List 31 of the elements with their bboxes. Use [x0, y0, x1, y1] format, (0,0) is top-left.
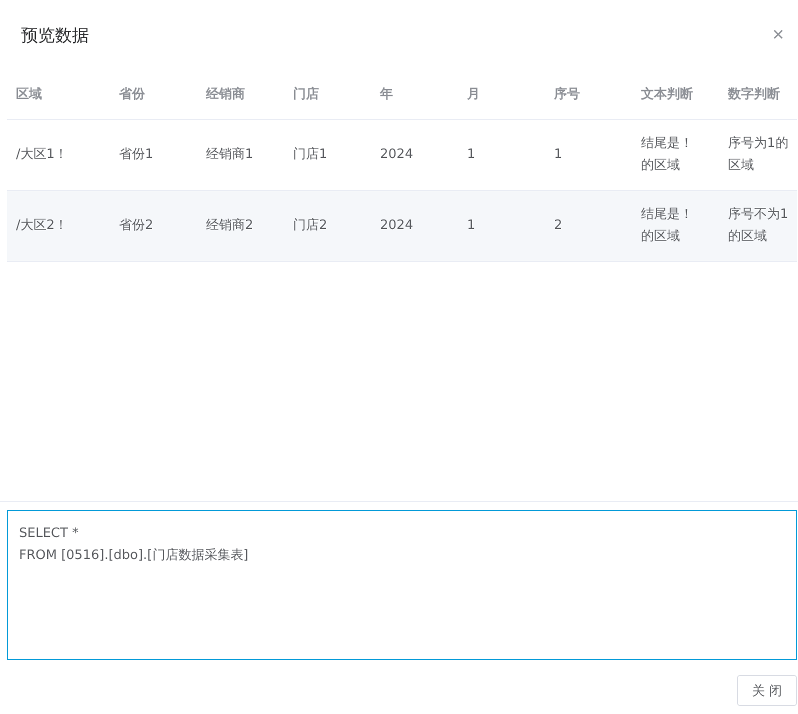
table-cell-text: 结尾是！的区域 [640, 206, 694, 246]
sql-editor[interactable]: SELECT * FROM [0516].[dbo].[门店数据采集表] [7, 510, 797, 660]
table-cell-text: 结尾是！的区域 [640, 135, 694, 175]
table-cell-text: 2024 [379, 217, 414, 235]
close-button[interactable]: 关 闭 [736, 675, 797, 706]
table-cell-text: 2024 [379, 146, 414, 164]
column-header: 数字判断 [726, 86, 780, 104]
column-header: 经销商 [204, 86, 245, 104]
table-cell-text: /大区2！ [15, 217, 68, 235]
column-header: 省份 [118, 86, 145, 104]
table-cell-text: 经销商1 [205, 146, 254, 164]
table-cell-text: 省份1 [118, 146, 154, 164]
column-header: 年 [378, 86, 393, 104]
table-cell-text: 序号不为1的区域 [727, 206, 790, 246]
table-cell-text: 2 [553, 217, 562, 235]
table-cell-text: 1 [553, 146, 562, 164]
table-cell-text: 省份2 [118, 217, 154, 235]
dialog-title: 预览数据 [21, 24, 89, 46]
column-header: 区域 [15, 86, 42, 104]
table-cell-text: 1 [466, 217, 476, 235]
table-cell-text: 1 [466, 146, 476, 164]
table-cell-text: 经销商2 [205, 217, 254, 235]
table-cell-text: /大区1！ [15, 146, 68, 164]
table-row[interactable]: /大区2！ 省份2 经销商2 门店2 2024 1 2 结尾是！的区域 序号不为1的区域 [7, 191, 797, 262]
column-header: 门店 [292, 86, 319, 104]
column-header: 序号 [553, 86, 580, 104]
table-cell-text: 门店2 [292, 217, 328, 235]
column-header: 文本判断 [640, 86, 693, 104]
table-cell-text: 门店1 [292, 146, 328, 164]
column-header: 月 [466, 86, 480, 104]
table-cell-text: 序号为1的区域 [727, 135, 790, 175]
